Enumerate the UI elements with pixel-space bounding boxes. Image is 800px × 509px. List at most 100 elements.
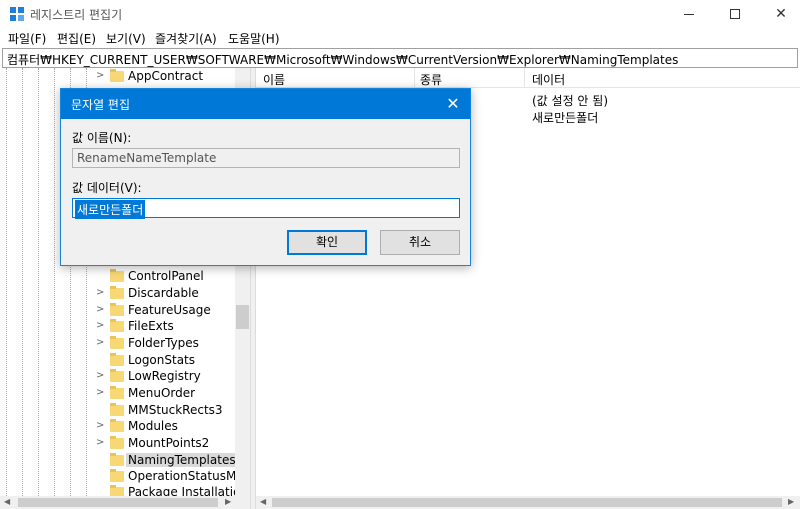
column-separator[interactable] <box>524 68 525 88</box>
menu-edit[interactable]: 편집(E) <box>57 30 96 47</box>
chevron-right-icon[interactable]: > <box>96 337 106 348</box>
address-path: 컴퓨터₩HKEY_CURRENT_USER₩SOFTWARE₩Microsoft… <box>7 53 679 67</box>
maximize-icon <box>730 9 740 19</box>
tree-item-controlpanel[interactable]: ControlPanel <box>96 269 236 285</box>
chevron-right-icon[interactable]: > <box>96 320 106 331</box>
tree-item-foldertypes[interactable]: > FolderTypes <box>96 336 236 352</box>
tree-item-label: LowRegistry <box>128 369 201 383</box>
close-icon: ✕ <box>775 6 787 22</box>
tree-item-mmstuckrects3[interactable]: MMStuckRects3 <box>96 403 236 419</box>
dialog-title: 문자열 편집 <box>71 98 131 112</box>
tree-item-label: FeatureUsage <box>128 303 211 317</box>
maximize-button[interactable] <box>712 0 758 28</box>
dialog-title-bar: 문자열 편집 ✕ <box>61 89 470 119</box>
folder-icon <box>110 353 124 366</box>
ok-button[interactable]: 확인 <box>287 230 367 255</box>
chevron-right-icon[interactable]: > <box>96 420 106 431</box>
tree-vertical-scroll-thumb[interactable] <box>236 305 249 329</box>
value-data-label: 값 데이터(V): <box>72 181 142 195</box>
tree-item-label: MountPoints2 <box>128 436 210 450</box>
menu-favorites[interactable]: 즐겨찾기(A) <box>155 30 217 47</box>
chevron-right-icon[interactable]: > <box>96 370 106 381</box>
list-horizontal-scroll-thumb[interactable] <box>272 498 782 507</box>
column-header-type[interactable]: 종류 <box>420 71 442 88</box>
address-bar[interactable]: 컴퓨터₩HKEY_CURRENT_USER₩SOFTWARE₩Microsoft… <box>2 48 798 68</box>
registry-editor-icon <box>10 7 25 22</box>
tree-horizontal-scroll-thumb[interactable] <box>18 498 218 507</box>
folder-icon <box>110 485 124 496</box>
value-name-label: 값 이름(N): <box>72 131 132 145</box>
tree-item-lowregistry[interactable]: > LowRegistry <box>96 369 236 385</box>
tree-item-menuorder[interactable]: > MenuOrder <box>96 386 236 402</box>
tree-item-discardable[interactable]: > Discardable <box>96 286 236 302</box>
title-bar: 레지스트리 편집기 ✕ <box>0 0 800 28</box>
menu-help[interactable]: 도움말(H) <box>228 30 280 47</box>
dialog-close-button[interactable]: ✕ <box>439 91 467 117</box>
tree-item-label: NamingTemplates <box>126 453 238 467</box>
tree-item-label: Package Installation <box>128 485 236 496</box>
edit-string-dialog: 문자열 편집 ✕ 값 이름(N): RenameNameTemplate 값 데… <box>60 88 471 266</box>
tree-item-appcontract[interactable]: > AppContract <box>96 69 236 85</box>
window-title: 레지스트리 편집기 <box>30 8 123 22</box>
tree-item-label: Discardable <box>128 286 199 300</box>
tree-item-label: AppContract <box>128 69 204 83</box>
tree-item-operationstatusmanager[interactable]: OperationStatusMana <box>96 469 259 485</box>
tree-item-featureusage[interactable]: > FeatureUsage <box>96 303 236 319</box>
close-button[interactable]: ✕ <box>758 0 800 28</box>
minimize-icon <box>684 14 694 15</box>
value-name-text: RenameNameTemplate <box>77 151 217 165</box>
scroll-left-icon[interactable]: ◀ <box>4 497 10 506</box>
scroll-right-icon[interactable]: ▶ <box>225 497 231 506</box>
chevron-right-icon[interactable]: > <box>96 304 106 315</box>
tree-item-mountpoints2[interactable]: > MountPoints2 <box>96 436 236 452</box>
folder-icon <box>110 319 124 332</box>
menu-bar: 파일(F) 편집(E) 보기(V) 즐겨찾기(A) 도움말(H) <box>0 28 800 48</box>
folder-icon <box>110 369 124 382</box>
cancel-button[interactable]: 취소 <box>380 230 460 255</box>
folder-icon <box>110 436 124 449</box>
tree-item-label: MenuOrder <box>128 386 196 400</box>
tree-item-label: Modules <box>128 419 178 433</box>
menu-view[interactable]: 보기(V) <box>106 30 146 47</box>
value-data-input[interactable]: 새로만든폴더 <box>72 198 460 219</box>
chevron-right-icon[interactable]: > <box>96 70 106 81</box>
tree-item-modules[interactable]: > Modules <box>96 419 236 435</box>
folder-icon <box>110 386 124 399</box>
list-row-data[interactable]: (값 설정 안 됨) <box>532 92 608 109</box>
folder-icon <box>110 403 124 416</box>
list-row-data[interactable]: 새로만든폴더 <box>532 109 598 126</box>
list-header: 이름 종류 데이터 <box>256 68 800 88</box>
value-name-field: RenameNameTemplate <box>72 148 460 168</box>
column-header-data[interactable]: 데이터 <box>532 71 565 88</box>
tree-item-namingtemplates[interactable]: NamingTemplates <box>96 453 238 469</box>
column-separator[interactable] <box>414 68 415 88</box>
folder-icon <box>110 336 124 349</box>
tree-item-label: FileExts <box>128 319 174 333</box>
chevron-right-icon[interactable]: > <box>96 437 106 448</box>
column-header-name[interactable]: 이름 <box>263 71 285 88</box>
folder-icon <box>110 469 124 482</box>
tree-item-label: LogonStats <box>128 353 196 367</box>
tree-item-label: FolderTypes <box>128 336 199 350</box>
list-horizontal-scrollbar[interactable]: ◀ ▶ <box>256 496 800 509</box>
chevron-right-icon[interactable]: > <box>96 287 106 298</box>
tree-item-label: ControlPanel <box>128 269 204 283</box>
folder-icon <box>110 69 124 82</box>
scroll-right-icon[interactable]: ▶ <box>788 497 794 506</box>
scroll-left-icon[interactable]: ◀ <box>260 497 266 506</box>
folder-icon <box>110 303 124 316</box>
tree-item-package-installation[interactable]: Package Installation <box>96 485 236 496</box>
chevron-right-icon[interactable]: > <box>96 387 106 398</box>
value-data-text: 새로만든폴더 <box>75 200 146 219</box>
tree-item-label: MMStuckRects3 <box>128 403 223 417</box>
folder-icon <box>110 286 124 299</box>
folder-icon <box>110 419 124 432</box>
folder-icon <box>110 453 124 466</box>
registry-editor-window: 레지스트리 편집기 ✕ 파일(F) 편집(E) 보기(V) 즐겨찾기(A) 도움… <box>0 0 800 509</box>
minimize-button[interactable] <box>666 0 712 28</box>
tree-item-fileexts[interactable]: > FileExts <box>96 319 236 335</box>
close-icon: ✕ <box>446 94 460 113</box>
menu-file[interactable]: 파일(F) <box>8 30 46 47</box>
tree-horizontal-scrollbar[interactable]: ◀ ▶ <box>0 496 250 509</box>
tree-item-logonstats[interactable]: LogonStats <box>96 353 236 369</box>
